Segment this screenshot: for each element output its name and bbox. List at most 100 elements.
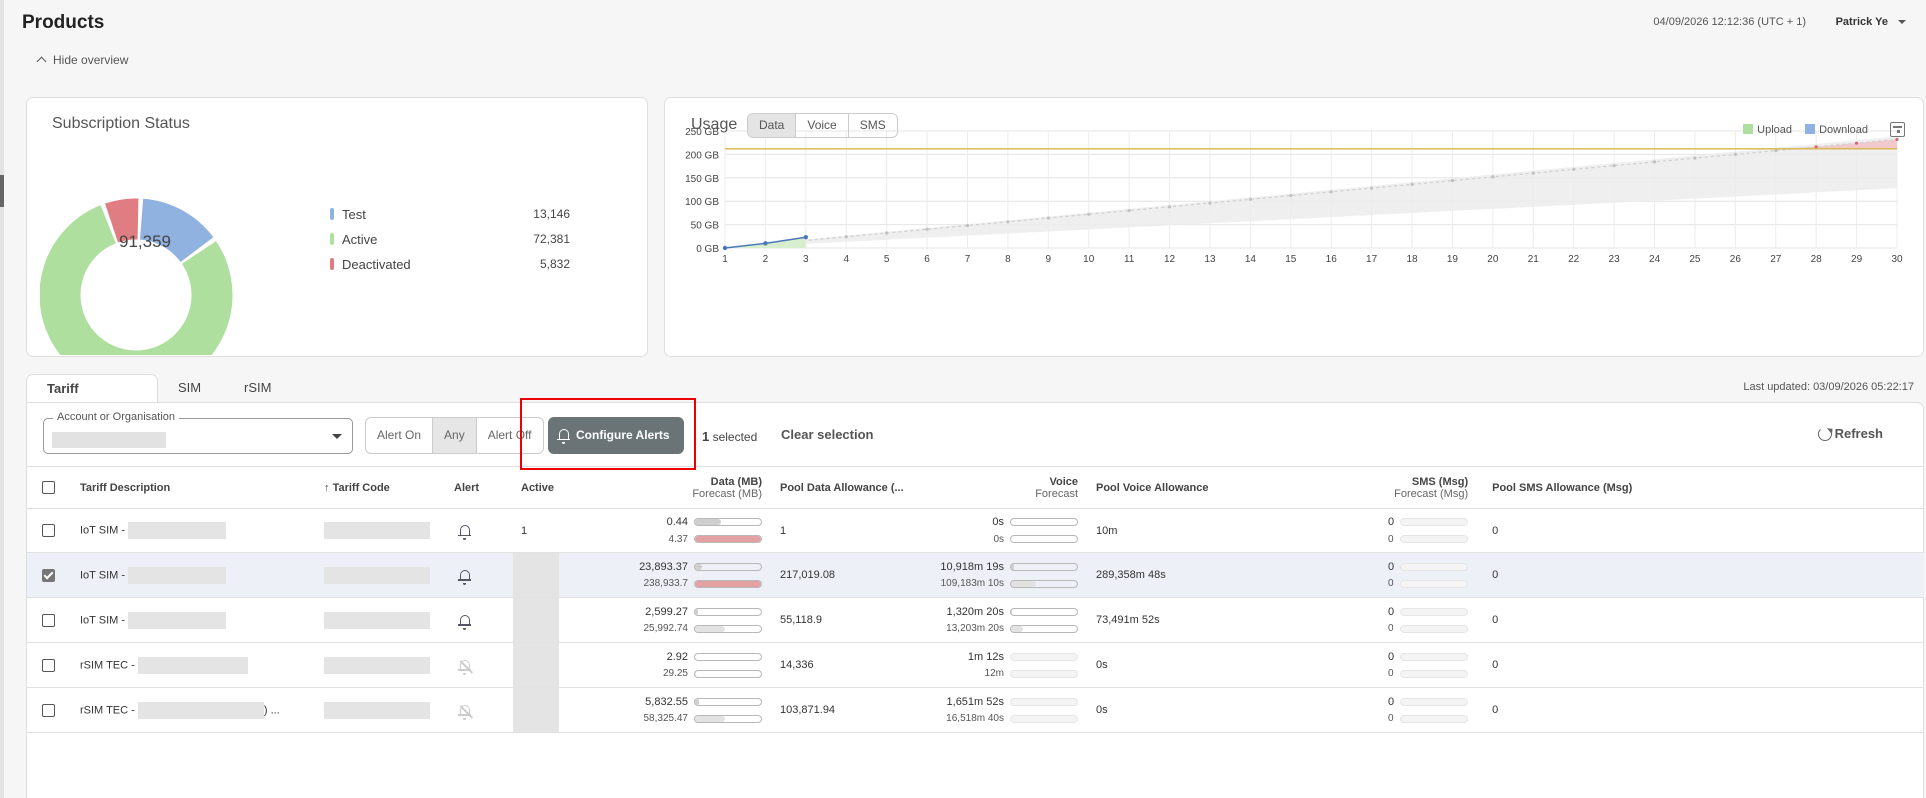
forecast-point[interactable] [1774, 149, 1778, 153]
select-all-checkbox[interactable] [42, 481, 55, 494]
chevron-up-icon [36, 56, 47, 67]
col-active[interactable]: Active [521, 466, 564, 509]
bar-fill [695, 536, 761, 542]
alert-filter-on[interactable]: Alert On [366, 418, 434, 453]
forecast-point[interactable] [885, 231, 889, 235]
refresh-button[interactable]: Refresh [1817, 426, 1883, 441]
calendar-icon[interactable] [1890, 122, 1905, 137]
tab-rsim[interactable]: rSIM [224, 374, 291, 403]
legend-item-download[interactable]: Download [1805, 124, 1868, 136]
forecast-point[interactable] [844, 235, 848, 239]
alert-filter-any[interactable]: Any [433, 418, 477, 453]
table-row[interactable]: rSIM TEC - 2.92 29.25 14,336 1m 12s 12m … [27, 642, 1924, 688]
forecast-point[interactable] [1289, 193, 1293, 198]
actual-point[interactable] [803, 235, 809, 240]
row-checkbox[interactable] [42, 658, 55, 672]
hide-overview-toggle[interactable]: Hide overview [36, 53, 128, 67]
col-tariff-code[interactable]: ↑ Tariff Code [324, 466, 454, 509]
tariff-code-cell [324, 687, 454, 733]
forecast-point[interactable] [1814, 145, 1818, 149]
account-select[interactable]: Account or Organisation [43, 411, 353, 454]
bell-icon[interactable] [458, 569, 471, 585]
row-checkbox[interactable] [42, 703, 55, 717]
forecast-point[interactable] [1127, 208, 1131, 213]
legend-swatch [330, 258, 334, 270]
bell-off-icon[interactable] [458, 704, 474, 720]
forecast-point[interactable] [1652, 160, 1657, 164]
forecast-point[interactable] [1248, 197, 1252, 201]
sms-forecast: 0 [1284, 533, 1469, 545]
x-tick-label: 23 [1609, 254, 1621, 265]
bell-icon[interactable] [458, 614, 471, 630]
actual-point[interactable] [763, 241, 768, 246]
data-usage-bar [694, 652, 762, 661]
col-sms[interactable]: SMS (Msg) Forecast (Msg) [1284, 466, 1475, 509]
usage-tab-data[interactable]: Data [748, 114, 797, 137]
table-row[interactable]: IoT SIM - 2,599.27 25,992.74 55,118.9 1,… [27, 597, 1924, 643]
table-row[interactable]: rSIM TEC - ) ... 5,832.55 58,325.47 103,… [27, 687, 1924, 733]
forecast-point[interactable] [1329, 190, 1333, 194]
forecast-point[interactable] [1854, 141, 1859, 145]
selected-number: 1 [702, 429, 710, 444]
forecast-point[interactable] [1491, 175, 1495, 179]
voice-usage-value: 1,320m 20s [946, 605, 1004, 618]
col-pool-voice[interactable]: Pool Voice Allowance [1084, 466, 1284, 509]
forecast-point[interactable] [1733, 152, 1737, 156]
data-forecast: 4.37 [564, 533, 762, 545]
legend-item-deactivated: Deactivated 5,832 [330, 257, 570, 282]
col-alert[interactable]: Alert [454, 466, 521, 509]
forecast-point[interactable] [1006, 220, 1010, 224]
forecast-point[interactable] [1167, 205, 1172, 209]
usage-tab-sms[interactable]: SMS [849, 114, 897, 137]
row-checkbox[interactable] [42, 524, 55, 537]
forecast-point[interactable] [925, 227, 929, 231]
x-tick-label: 12 [1164, 254, 1176, 265]
table-row[interactable]: IoT SIM - 1 0.44 4.37 1 0s 0s 10m 0 0 0 [27, 508, 1924, 553]
forecast-point[interactable] [965, 223, 970, 228]
redacted-text [137, 656, 248, 674]
col-voice[interactable]: Voice Forecast [918, 466, 1084, 509]
user-menu[interactable]: Patrick Ye [1836, 16, 1906, 28]
col-data[interactable]: Data (MB) Forecast (MB) [564, 466, 768, 509]
tab-sim[interactable]: SIM [158, 374, 221, 403]
col-tariff-description[interactable]: Tariff Description [76, 466, 324, 509]
legend-label: Active [342, 232, 378, 247]
forecast-point[interactable] [1572, 167, 1576, 171]
tab-tariff-summary[interactable]: Tariff Summary [26, 374, 158, 423]
annotation-highlight-box [520, 398, 696, 470]
sms-forecast-value: 0 [1388, 668, 1394, 679]
active-cell [513, 687, 564, 733]
bell-off-icon[interactable] [458, 659, 474, 675]
table-header-row: Tariff Description ↑ Tariff Code Alert A… [27, 466, 1924, 509]
forecast-point[interactable] [1410, 182, 1414, 186]
usage-tab-voice[interactable]: Voice [796, 114, 849, 137]
col-pool-sms[interactable]: Pool SMS Allowance (Msg) [1474, 466, 1924, 509]
sms-forecast-value: 0 [1388, 713, 1394, 724]
col-pool-data[interactable]: Pool Data Allowance (... [768, 466, 918, 509]
data-usage-bars: 2,599.27 25,992.74 [564, 606, 762, 635]
clear-selection-button[interactable]: Clear selection [781, 427, 874, 442]
row-checkbox[interactable] [42, 568, 55, 582]
forecast-point[interactable] [1046, 216, 1050, 220]
bell-icon[interactable] [458, 525, 471, 541]
tariff-description-suffix: ) ... [263, 703, 280, 716]
pool-sms-cell: 0 [1474, 552, 1924, 598]
actual-point[interactable] [722, 245, 728, 251]
row-checkbox[interactable] [42, 613, 55, 627]
forecast-point[interactable] [1612, 164, 1616, 168]
forecast-point[interactable] [1370, 186, 1374, 190]
row-select-cell [27, 687, 76, 733]
forecast-point[interactable] [1531, 171, 1535, 175]
voice-usage-value: 0s [992, 516, 1004, 528]
data-usage-cell: 2.92 29.25 [564, 642, 768, 688]
legend-item-upload[interactable]: Upload [1743, 124, 1792, 136]
forecast-point[interactable] [1208, 201, 1212, 205]
data-forecast-value: 25,992.74 [643, 623, 689, 634]
forecast-point[interactable] [1895, 137, 1899, 142]
legend-item-test: Test 13,146 [330, 207, 570, 232]
forecast-point[interactable] [1450, 179, 1455, 183]
table-row[interactable]: IoT SIM - 23,893.37 238,933.7 217,019.08… [27, 552, 1924, 598]
col-data-label: Data (MB) [710, 475, 762, 488]
forecast-point[interactable] [1693, 156, 1697, 160]
forecast-point[interactable] [1087, 212, 1091, 216]
